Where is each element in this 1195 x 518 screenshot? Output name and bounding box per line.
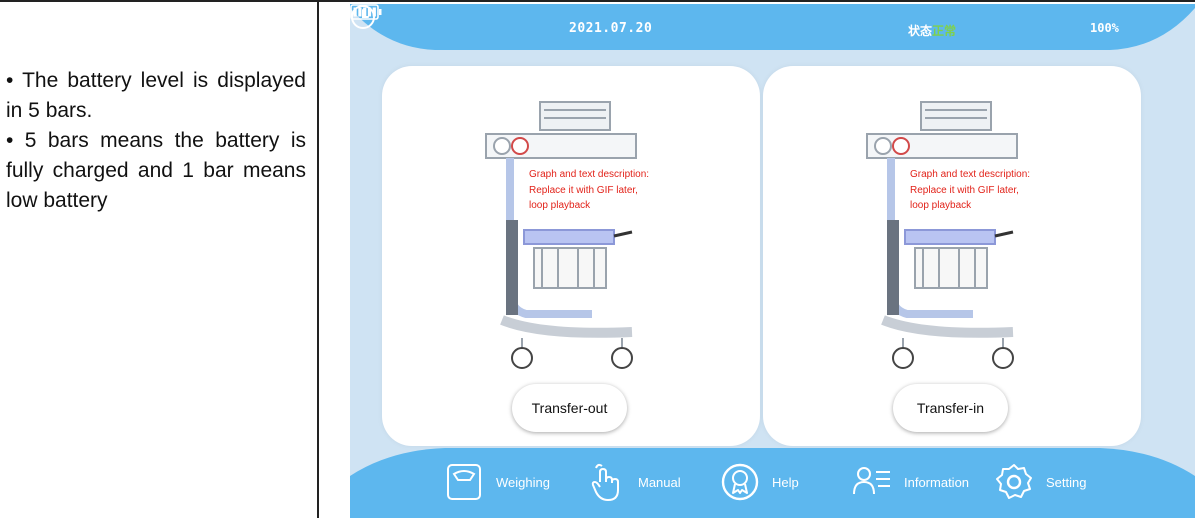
- document-table: • The battery level is displayed in 5 ba…: [0, 0, 1195, 518]
- date-readout: 2021.07.20: [569, 21, 653, 36]
- nav-manual[interactable]: Manual: [584, 458, 681, 506]
- nav-information[interactable]: Information: [850, 458, 969, 506]
- nav-help[interactable]: Help: [718, 458, 799, 506]
- nav-weighing[interactable]: Weighing: [442, 458, 550, 506]
- hand-pointer-icon: [591, 463, 619, 501]
- battery-bars: [353, 7, 376, 17]
- transfer-in-card[interactable]: Graph and text description: Replace it w…: [763, 66, 1141, 446]
- transfer-out-button[interactable]: Transfer-out: [512, 384, 627, 432]
- transfer-in-button[interactable]: Transfer-in: [893, 384, 1008, 432]
- status-label: 状态: [908, 24, 933, 38]
- status-bar: 2021.07.20 状态正常 100%: [350, 4, 1195, 58]
- note-battery-meaning: • 5 bars means the battery is fully char…: [6, 129, 306, 212]
- gear-icon: [996, 464, 1032, 499]
- table-column-divider: [317, 0, 319, 518]
- nav-weighing-label: Weighing: [496, 474, 550, 490]
- status-bar-background: [350, 4, 1195, 50]
- gif-placeholder-description: Graph and text description: Replace it w…: [907, 166, 1037, 214]
- battery-bar: [353, 7, 357, 17]
- battery-bar: [363, 7, 367, 17]
- status-value: 正常: [932, 24, 957, 38]
- note-battery-bars: • The battery level is displayed in 5 ba…: [6, 69, 306, 122]
- user-list-icon: [853, 467, 890, 495]
- scale-icon: [447, 464, 481, 500]
- gif-placeholder-description: Graph and text description: Replace it w…: [526, 166, 656, 214]
- status-indicator: 状态正常: [908, 22, 956, 39]
- battery-bar: [358, 7, 362, 17]
- nav-setting[interactable]: Setting: [992, 458, 1086, 506]
- notes-column: • The battery level is displayed in 5 ba…: [6, 66, 306, 216]
- table-top-border: [0, 0, 1195, 2]
- transfer-out-card[interactable]: Graph and text description: Replace it w…: [382, 66, 760, 446]
- battery-percentage: 100%: [1090, 21, 1119, 35]
- nav-information-label: Information: [904, 474, 970, 490]
- battery-bar: [367, 7, 372, 17]
- nav-help-label: Help: [772, 474, 799, 490]
- battery-bar: [372, 7, 376, 17]
- battery-icon: [350, 4, 382, 20]
- nav-manual-label: Manual: [638, 474, 681, 490]
- cart-illustration: [485, 101, 637, 369]
- bottom-navigation-bar: Weighing Manual Help Information Setting: [350, 442, 1195, 518]
- device-screen-mockup: 2021.07.20 状态正常 100% Graph and text desc…: [350, 4, 1195, 518]
- nav-setting-label: Setting: [1046, 474, 1087, 490]
- help-badge-icon: [721, 463, 759, 501]
- cart-illustration: [866, 101, 1018, 369]
